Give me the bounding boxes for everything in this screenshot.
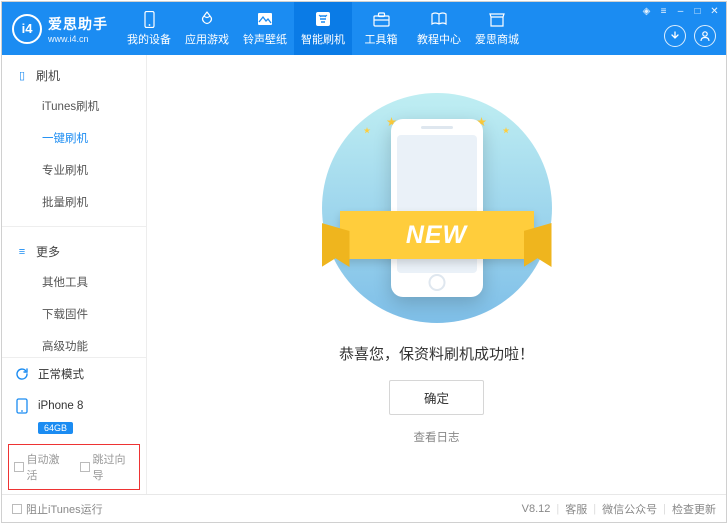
device-icon [14, 398, 30, 414]
highlighted-options: 自动激活 跳过向导 [8, 444, 140, 490]
download-icon [669, 30, 681, 42]
nav-flash-active[interactable]: 智能刷机 [294, 2, 352, 55]
success-illustration: NEW [322, 93, 552, 323]
sidebar-item-batch-flash[interactable]: 批量刷机 [2, 186, 146, 218]
apps-icon [199, 11, 216, 28]
user-button[interactable] [694, 25, 716, 47]
sidebar-item-itunes-flash[interactable]: iTunes刷机 [2, 90, 146, 122]
store-icon [489, 11, 506, 28]
top-nav: 我的设备 应用游戏 铃声壁纸 智能刷机 工具箱 教程中心 爱思商城 [120, 2, 526, 55]
app-logo[interactable]: i4 爱思助手 www.i4.cn [2, 2, 120, 55]
block-itunes-checkbox[interactable]: 阻止iTunes运行 [12, 501, 103, 517]
sidebar-mode-status[interactable]: 正常模式 [2, 358, 146, 390]
phone-icon [141, 11, 158, 28]
device-name: iPhone 8 [38, 400, 83, 412]
user-icon [699, 30, 711, 42]
flash-icon [315, 11, 332, 28]
refresh-icon [14, 366, 30, 382]
minimize-icon[interactable]: – [675, 6, 686, 17]
nav-tutorials[interactable]: 教程中心 [410, 2, 468, 55]
wechat-link[interactable]: 微信公众号 [602, 501, 657, 517]
close-icon[interactable]: ✕ [709, 6, 720, 17]
window-controls: ◈ ≡ – □ ✕ [641, 6, 720, 17]
sidebar-section-more[interactable]: ≡ 更多 [2, 231, 146, 266]
storage-badge: 64GB [38, 422, 73, 434]
wallpaper-icon [257, 11, 274, 28]
status-bar: 阻止iTunes运行 V8.12 | 客服 | 微信公众号 | 检查更新 [2, 494, 726, 522]
check-update-link[interactable]: 检查更新 [672, 501, 716, 517]
support-link[interactable]: 客服 [565, 501, 587, 517]
sidebar-device[interactable]: iPhone 8 [2, 390, 146, 422]
book-icon [431, 11, 448, 28]
sidebar-section-flash[interactable]: ▯ 刷机 [2, 55, 146, 90]
sidebar-item-download-firmware[interactable]: 下载固件 [2, 298, 146, 330]
phone-outline-icon: ▯ [16, 69, 28, 82]
maximize-icon[interactable]: □ [692, 6, 703, 17]
auto-activate-checkbox[interactable]: 自动激活 [14, 451, 68, 483]
sidebar-item-advanced[interactable]: 高级功能 [2, 330, 146, 357]
confirm-button[interactable]: 确定 [389, 380, 484, 415]
app-header: i4 爱思助手 www.i4.cn 我的设备 应用游戏 铃声壁纸 智能刷机 工具… [2, 2, 726, 55]
more-icon: ≡ [16, 246, 28, 258]
app-title: 爱思助手 [48, 14, 108, 34]
sidebar-item-oneclick-flash[interactable]: 一键刷机 [2, 122, 146, 154]
version-label: V8.12 [522, 503, 551, 515]
sidebar-item-pro-flash[interactable]: 专业刷机 [2, 154, 146, 186]
skip-wizard-checkbox[interactable]: 跳过向导 [80, 451, 134, 483]
mode-label: 正常模式 [38, 366, 84, 382]
nav-apps-games[interactable]: 应用游戏 [178, 2, 236, 55]
nav-ringtones[interactable]: 铃声壁纸 [236, 2, 294, 55]
nav-my-device[interactable]: 我的设备 [120, 2, 178, 55]
menu-icon[interactable]: ≡ [658, 6, 669, 17]
sidebar: ▯ 刷机 iTunes刷机 一键刷机 专业刷机 批量刷机 ≡ 更多 其他工具 下… [2, 55, 147, 494]
nav-store[interactable]: 爱思商城 [468, 2, 526, 55]
success-message: 恭喜您，保资料刷机成功啦！ [339, 343, 534, 364]
new-ribbon: NEW [340, 211, 534, 259]
toolbox-icon [373, 11, 390, 28]
main-content: NEW 恭喜您，保资料刷机成功啦！ 确定 查看日志 [147, 55, 726, 494]
tshirt-icon[interactable]: ◈ [641, 6, 652, 17]
nav-toolbox[interactable]: 工具箱 [352, 2, 410, 55]
phone-graphic [391, 119, 483, 297]
sidebar-item-other-tools[interactable]: 其他工具 [2, 266, 146, 298]
download-button[interactable] [664, 25, 686, 47]
app-subtitle: www.i4.cn [48, 34, 108, 44]
logo-icon: i4 [12, 14, 42, 44]
view-log-link[interactable]: 查看日志 [414, 429, 460, 445]
